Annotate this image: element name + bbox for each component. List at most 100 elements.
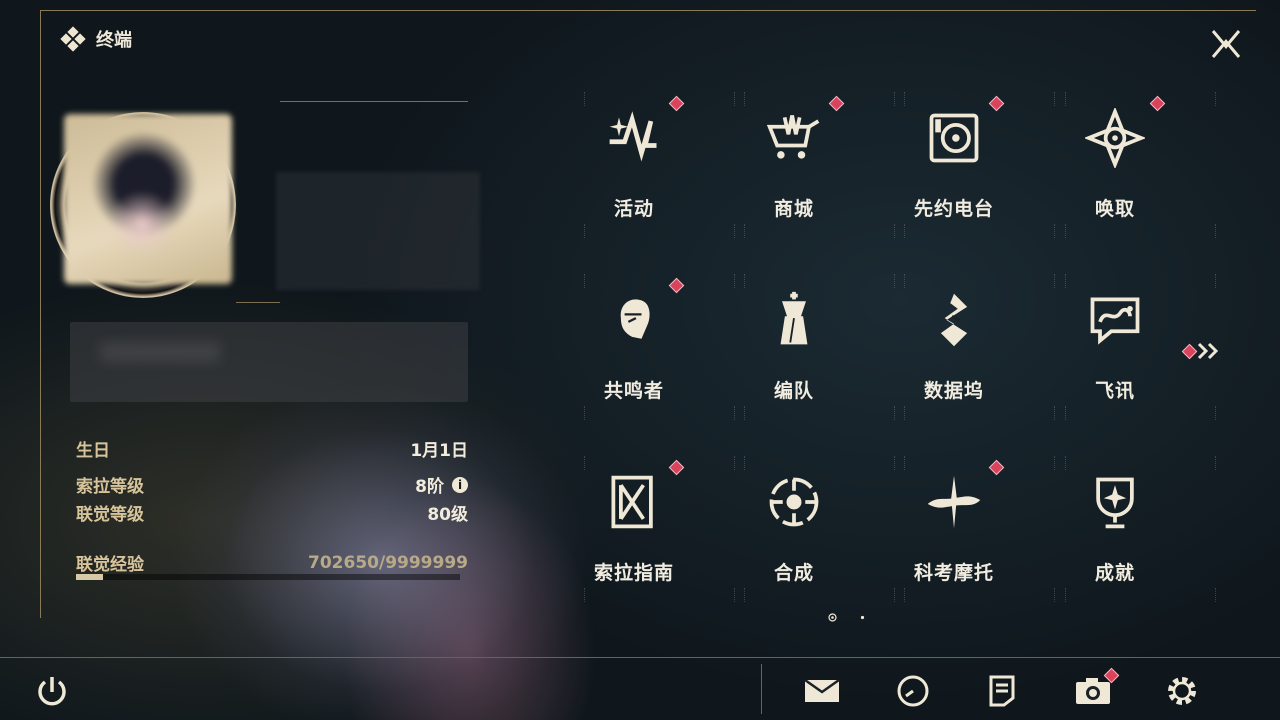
menu-item-label: 索拉指南 [593, 562, 674, 584]
close-icon [1211, 30, 1241, 58]
team-icon [762, 288, 826, 352]
grid-frame-tick [1215, 92, 1224, 106]
notification-badge [828, 95, 845, 112]
frame-left-line [40, 10, 41, 618]
info-key: 联觉等级 [76, 505, 144, 525]
page-header: 终端 [60, 26, 132, 52]
grid-frame-tick [1065, 224, 1074, 238]
menu-item-label: 合成 [773, 562, 814, 584]
menu-item-label: 数据坞 [923, 380, 984, 402]
motorcycle-icon [922, 470, 986, 534]
notification-badge [988, 459, 1005, 476]
info-value: 80级 [427, 505, 468, 525]
grid-frame-tick [744, 406, 753, 420]
grid-frame-tick [1065, 456, 1074, 470]
menu-item-message[interactable]: 飞讯 [1035, 274, 1216, 424]
grid-frame-tick [584, 92, 593, 106]
notes-button[interactable] [981, 670, 1023, 712]
menu-item-label: 活动 [613, 198, 654, 220]
grid-frame-tick [904, 92, 913, 106]
close-button[interactable] [1206, 24, 1246, 64]
camera-icon [1076, 678, 1110, 704]
double-chevron-right-icon [1197, 342, 1219, 360]
info-key: 生日 [76, 441, 110, 461]
menu-item-label: 商城 [773, 198, 814, 220]
grid-frame-tick [1065, 588, 1074, 602]
activity-log-button[interactable] [892, 670, 934, 712]
grid-frame-tick [744, 224, 753, 238]
page-indicator[interactable] [858, 613, 867, 622]
frame-top-line [40, 10, 1256, 11]
avatar[interactable] [64, 114, 232, 284]
notification-badge [668, 95, 685, 112]
grid-frame-tick [904, 224, 913, 238]
grid-frame-tick [1065, 406, 1074, 420]
menu-item-label: 飞讯 [1094, 380, 1135, 402]
grid-frame-tick [904, 274, 913, 288]
grid-frame-tick [744, 456, 753, 470]
info-row-union-level: 联觉等级 80级 [76, 500, 468, 525]
menu-item-motorcycle[interactable]: 科考摩托 [874, 456, 1055, 606]
menu-item-shop[interactable]: 商城 [714, 92, 895, 242]
grid-frame-tick [744, 588, 753, 602]
menu-item-label: 共鸣者 [603, 380, 664, 402]
resonator-icon [602, 288, 666, 352]
settings-button[interactable] [1161, 670, 1203, 712]
grid-frame-tick [584, 274, 593, 288]
bottom-divider [0, 657, 1280, 658]
exit-button[interactable] [32, 672, 72, 712]
grid-frame-tick [1065, 274, 1074, 288]
menu-item-achievement[interactable]: 成就 [1035, 456, 1216, 606]
menu-item-event[interactable]: 活动 [554, 92, 735, 242]
info-row-birthday: 生日 1月1日 [76, 436, 468, 461]
notes-icon [989, 675, 1015, 707]
notification-badge [1149, 95, 1166, 112]
bottom-separator [761, 664, 762, 714]
shop-icon [762, 106, 826, 170]
notification-badge [988, 95, 1005, 112]
info-row-exp: 联觉经验 702650/9999999 [76, 550, 468, 576]
grid-frame-tick [1065, 92, 1074, 106]
grid-frame-tick [1215, 456, 1224, 470]
page-title: 终端 [96, 30, 132, 51]
menu-item-team[interactable]: 编队 [714, 274, 895, 424]
grid-frame-tick [1215, 588, 1224, 602]
info-icon[interactable]: i [452, 476, 468, 493]
terminal-logo-icon [60, 26, 86, 52]
info-key: 索拉等级 [76, 477, 144, 497]
exp-label: 联觉经验 [76, 555, 144, 575]
convene-icon [1083, 106, 1147, 170]
grid-frame-tick [904, 588, 913, 602]
next-page-button[interactable] [1181, 340, 1222, 362]
menu-item-label: 唤取 [1094, 198, 1135, 220]
data-bank-icon [922, 288, 986, 352]
notification-badge [668, 459, 685, 476]
menu-item-data-bank[interactable]: 数据坞 [874, 274, 1055, 424]
mail-icon [804, 678, 840, 702]
power-icon [38, 677, 66, 706]
menu-item-guidebook[interactable]: 索拉指南 [554, 456, 735, 606]
page-indicator-active[interactable] [828, 613, 837, 622]
event-icon [602, 106, 666, 170]
synthesis-icon [762, 470, 826, 534]
grid-frame-tick [744, 92, 753, 106]
menu-item-synthesis[interactable]: 合成 [714, 456, 895, 606]
achievement-icon [1083, 470, 1147, 534]
menu-item-label: 先约电台 [913, 198, 994, 220]
exp-progress-bar [76, 574, 460, 580]
grid-frame-tick [584, 406, 593, 420]
message-icon [1083, 288, 1147, 352]
grid-frame-tick [904, 406, 913, 420]
decor-line [280, 101, 468, 102]
radio-icon [922, 106, 986, 170]
menu-item-convene[interactable]: 唤取 [1035, 92, 1216, 242]
mail-button[interactable] [801, 670, 843, 712]
grid-frame-tick [1215, 406, 1224, 420]
menu-item-label: 编队 [773, 380, 814, 402]
notification-badge [668, 277, 685, 294]
player-id-redacted [276, 172, 480, 290]
menu-item-resonator[interactable]: 共鸣者 [554, 274, 735, 424]
camera-button[interactable] [1072, 667, 1120, 712]
menu-item-radio[interactable]: 先约电台 [874, 92, 1055, 242]
exp-value: 702650/9999999 [308, 552, 468, 573]
